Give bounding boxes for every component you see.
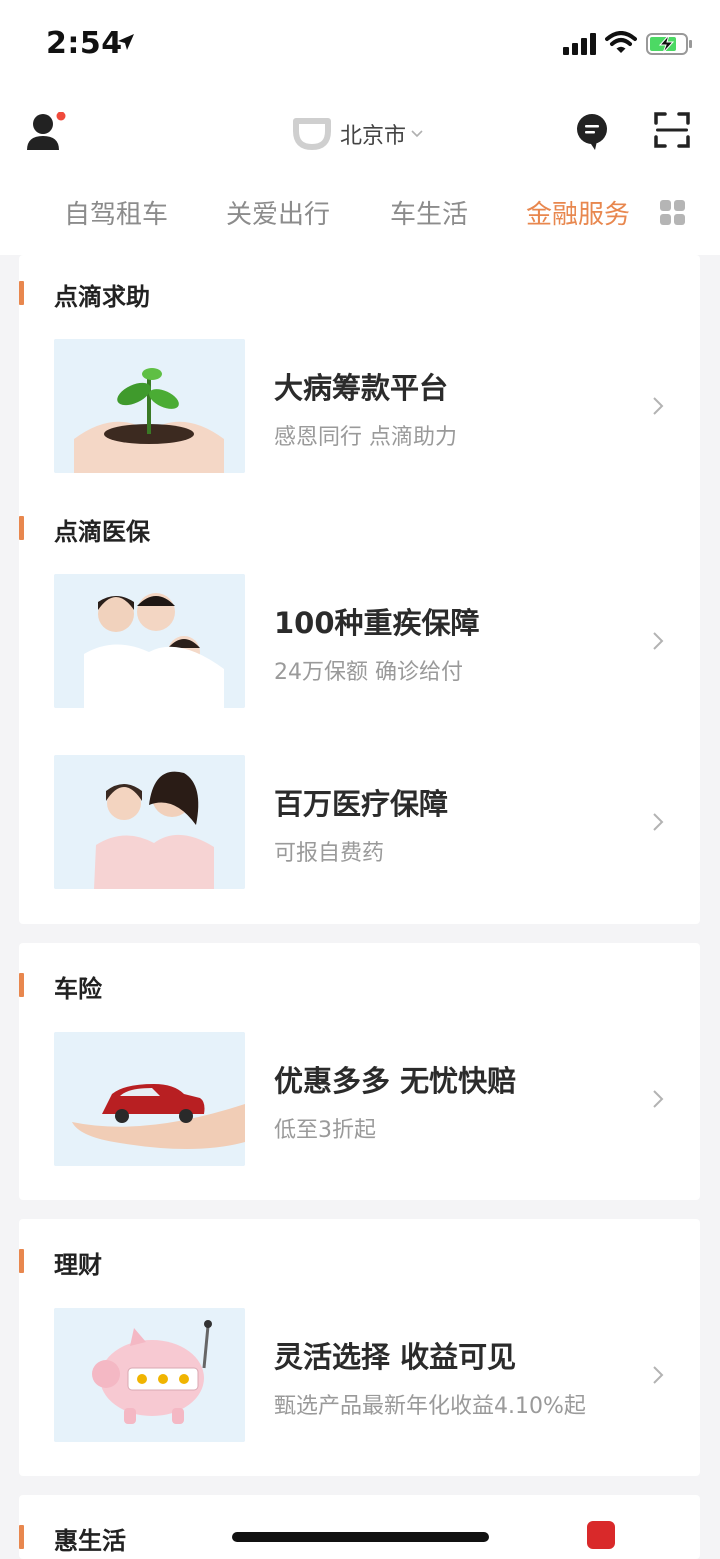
tab-care-travel[interactable]: 关爱出行: [226, 194, 330, 231]
scan-icon: [654, 112, 690, 148]
chevron-right-icon: [653, 813, 664, 831]
tab-self-drive-rental[interactable]: 自驾租车: [64, 194, 168, 231]
wifi-icon: [605, 31, 637, 53]
status-time: 2:54: [46, 26, 123, 61]
list-item[interactable]: 百万医疗保障 可报自费药: [19, 755, 700, 890]
section-accent-bar: [19, 1525, 24, 1549]
item-title: 100种重疾保障: [274, 606, 480, 640]
card-wealth-management: 理财 灵活选择 收益可见 甄选产品最新年化收益4.10%起: [19, 1219, 700, 1476]
chevron-right-icon: [653, 632, 664, 650]
grid-menu-icon[interactable]: [660, 200, 686, 226]
signal-icon: [563, 33, 596, 55]
city-selector[interactable]: 北京市: [292, 116, 424, 152]
section-accent-bar: [19, 1249, 24, 1273]
chevron-down-icon: [411, 130, 423, 138]
location-arrow-icon: [118, 34, 134, 50]
card-help-and-insurance: 点滴求助 大病筹款平台 感恩同行 点滴助力 点滴医保 100种重疾保障 24万保…: [19, 255, 700, 924]
section-accent-bar: [19, 516, 24, 540]
tab-car-life[interactable]: 车生活: [390, 194, 468, 231]
car-in-hand-image: [54, 1032, 245, 1166]
message-button[interactable]: [575, 112, 609, 156]
category-tabs: 自驾租车 关爱出行 车生活 金融服务: [0, 178, 720, 248]
app-logo-icon: [587, 1521, 615, 1549]
item-subtitle: 24万保额 确诊给付: [274, 660, 463, 685]
message-icon: [577, 114, 607, 150]
tabs-fade: [625, 188, 655, 242]
item-subtitle: 甄选产品最新年化收益4.10%起: [274, 1394, 586, 1419]
list-item[interactable]: 大病筹款平台 感恩同行 点滴助力: [19, 339, 700, 474]
tab-financial-services[interactable]: 金融服务: [526, 194, 630, 231]
list-item[interactable]: 100种重疾保障 24万保额 确诊给付: [19, 574, 700, 709]
profile-button[interactable]: [26, 111, 72, 156]
item-subtitle: 低至3折起: [274, 1118, 376, 1143]
section-title: 点滴求助: [54, 283, 150, 311]
chevron-right-icon: [653, 397, 664, 415]
section-title: 点滴医保: [54, 518, 150, 546]
item-title: 大病筹款平台: [274, 371, 449, 405]
user-icon: [27, 111, 66, 150]
section-accent-bar: [19, 281, 24, 305]
status-bar: 2:54: [0, 0, 720, 90]
section-title: 惠生活: [54, 1527, 126, 1555]
item-title: 百万医疗保障: [274, 787, 449, 821]
item-subtitle: 可报自费药: [274, 841, 385, 866]
section-title: 理财: [54, 1251, 102, 1279]
scan-button[interactable]: [654, 112, 690, 152]
list-item[interactable]: 灵活选择 收益可见 甄选产品最新年化收益4.10%起: [19, 1308, 700, 1443]
item-subtitle: 感恩同行 点滴助力: [274, 425, 457, 450]
chevron-right-icon: [653, 1090, 664, 1108]
mother-daughter-photo-image: [54, 755, 245, 889]
section-accent-bar: [19, 973, 24, 997]
home-indicator[interactable]: [232, 1532, 489, 1542]
list-item[interactable]: 优惠多多 无忧快赔 低至3折起: [19, 1032, 700, 1167]
didi-logo-icon: [293, 118, 331, 150]
item-title: 灵活选择 收益可见: [274, 1340, 517, 1374]
app-header: 北京市 自驾租车 关爱出行 车生活 金融服务: [0, 90, 720, 255]
card-car-insurance: 车险 优惠多多 无忧快赔 低至3折起: [19, 943, 700, 1200]
plant-in-hands-image: [54, 339, 245, 473]
family-photo-image: [54, 574, 245, 708]
battery-charging-icon: [646, 33, 692, 55]
notification-dot: [56, 111, 66, 121]
item-title: 优惠多多 无忧快赔: [274, 1064, 517, 1098]
piggy-bank-image: [54, 1308, 245, 1442]
city-name: 北京市: [340, 124, 407, 149]
section-title: 车险: [54, 975, 102, 1003]
chevron-right-icon: [653, 1366, 664, 1384]
